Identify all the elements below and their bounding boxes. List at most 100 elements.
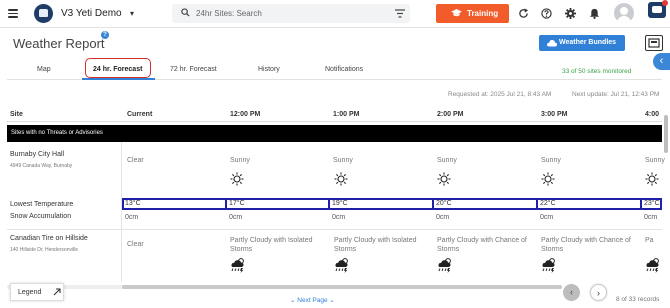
sun-icon xyxy=(334,172,348,186)
storm-icon xyxy=(335,258,348,273)
next-update-time: Next update: Jul 21, 12:43 PM xyxy=(572,91,660,98)
row-label-lowest-temperature: Lowest Temperature xyxy=(10,201,74,208)
temperature-divider xyxy=(536,198,538,210)
condition-text: Partly Cloudy with Isolated Storms xyxy=(334,237,417,253)
storm-icon xyxy=(438,258,451,273)
next-page-button[interactable]: › xyxy=(590,284,607,301)
legend-label: Legend xyxy=(18,289,42,296)
site-count: 33 of 50 sites monitored xyxy=(562,68,632,75)
highlight-annotation xyxy=(85,58,151,78)
filter-icon[interactable] xyxy=(395,9,405,18)
temperature-divider xyxy=(328,198,330,210)
expand-icon xyxy=(53,288,61,296)
app-logo[interactable] xyxy=(34,4,53,23)
next-page-label: Next Page xyxy=(297,297,328,304)
temperature-value: 20°C xyxy=(436,200,452,207)
column-header-current: Current xyxy=(127,111,153,118)
site-name[interactable]: Canadian Tire on Hillside xyxy=(10,235,88,242)
condition-text: Partly Cloudy with Chance of Storms xyxy=(541,237,631,253)
tab-history[interactable]: History xyxy=(258,66,280,73)
condition-text: Sunny xyxy=(645,157,665,164)
column-header-time: 2:00 PM xyxy=(437,111,464,118)
site-address: 140 Hillside Dr, Hendersonville xyxy=(10,247,79,253)
snow-value: 0cm xyxy=(229,214,243,221)
site-address: 4949 Canada Way, Burnaby xyxy=(10,163,73,169)
sun-icon xyxy=(437,172,451,186)
condition-text: Clear xyxy=(127,241,144,248)
condition-text: Clear xyxy=(127,157,144,164)
condition-text: Sunny xyxy=(230,157,250,164)
storm-icon xyxy=(231,258,244,273)
snow-value: 0cm xyxy=(125,214,139,221)
chat-icon[interactable] xyxy=(648,0,668,18)
header-divider xyxy=(7,121,662,122)
weather-bundles-label: Weather Bundles xyxy=(559,39,617,46)
storm-icon xyxy=(542,258,555,273)
storm-icon xyxy=(646,258,659,273)
column-header-time: 4:00 xyxy=(645,111,660,118)
group-label: Sites with no Threats or Advisories xyxy=(11,130,103,136)
column-header-time: 1:00 PM xyxy=(333,111,360,118)
search-placeholder: 24hr Sites: Search xyxy=(196,9,262,18)
records-count: 8 of 33 records xyxy=(616,296,660,303)
column-header-site: Site xyxy=(10,111,23,118)
temperature-divider xyxy=(225,198,227,210)
legend-button[interactable]: Legend xyxy=(10,283,64,301)
column-divider xyxy=(121,230,122,282)
chevron-down-icon[interactable]: ▾ xyxy=(130,9,134,18)
next-page-link[interactable]: ⌄ Next Page ⌄ xyxy=(290,296,335,304)
condition-text: Partly Cloudy with Chance of Storms xyxy=(437,237,527,253)
sun-icon xyxy=(645,172,659,186)
snow-value: 0cm xyxy=(540,214,554,221)
temperature-value: 19°C xyxy=(332,200,348,207)
tab-notifications[interactable]: Notifications xyxy=(325,66,363,73)
condition-text: Partly Cloudy with Isolated Storms xyxy=(230,237,313,253)
row-divider xyxy=(7,229,662,230)
column-divider xyxy=(121,142,122,230)
help-badge-icon[interactable]: ? xyxy=(101,31,109,39)
column-header-time: 12:00 PM xyxy=(230,111,261,118)
temperature-divider xyxy=(640,198,642,210)
weather-bundles-button[interactable]: Weather Bundles xyxy=(539,35,625,51)
search-icon xyxy=(181,8,190,17)
training-button[interactable]: Training xyxy=(436,4,509,23)
page-title: Weather Report xyxy=(13,36,105,51)
menu-icon[interactable] xyxy=(8,9,18,18)
snow-value: 0cm xyxy=(332,214,346,221)
condition-text: Sunny xyxy=(437,157,457,164)
field-report-icon[interactable] xyxy=(645,35,663,51)
chevron-down-icon: ⌄ xyxy=(327,297,335,304)
condition-text: Pa xyxy=(645,237,654,244)
cloud-icon xyxy=(547,40,557,47)
tab-map[interactable]: Map xyxy=(37,66,51,73)
row-label-snow-accumulation: Snow Accumulation xyxy=(10,213,72,220)
tab-72hr-forecast[interactable]: 72 hr. Forecast xyxy=(170,66,217,73)
snow-value: 0cm xyxy=(644,214,658,221)
requested-time: Requested at: 2025 Jul 21, 8:43 AM xyxy=(448,91,552,98)
vertical-scrollbar-thumb[interactable] xyxy=(664,115,668,153)
snow-value: 0cm xyxy=(436,214,450,221)
sun-icon xyxy=(230,172,244,186)
avatar[interactable] xyxy=(614,3,634,23)
active-tab-indicator xyxy=(82,78,155,80)
temperature-value: 23°C xyxy=(644,200,660,207)
temperature-value: 17°C xyxy=(229,200,245,207)
sun-icon xyxy=(541,172,555,186)
previous-page-button[interactable]: ‹ xyxy=(563,284,580,301)
condition-text: Sunny xyxy=(541,157,561,164)
app-name[interactable]: V3 Yeti Demo xyxy=(61,8,122,19)
site-name[interactable]: Burnaby City Hall xyxy=(10,151,64,158)
refresh-icon[interactable] xyxy=(518,8,529,19)
graduation-cap-icon xyxy=(451,9,462,17)
column-header-time: 3:00 PM xyxy=(541,111,568,118)
gear-icon[interactable] xyxy=(565,8,576,19)
help-icon[interactable] xyxy=(541,8,552,19)
temperature-value: 13°C xyxy=(125,200,141,207)
condition-text: Sunny xyxy=(333,157,353,164)
training-label: Training xyxy=(467,9,499,18)
bell-icon[interactable] xyxy=(589,8,600,19)
group-header: Sites with no Threats or Advisories xyxy=(7,125,662,142)
temperature-value: 22°C xyxy=(540,200,556,207)
temperature-row-highlight xyxy=(122,198,662,210)
horizontal-scrollbar-thumb[interactable] xyxy=(122,285,562,289)
